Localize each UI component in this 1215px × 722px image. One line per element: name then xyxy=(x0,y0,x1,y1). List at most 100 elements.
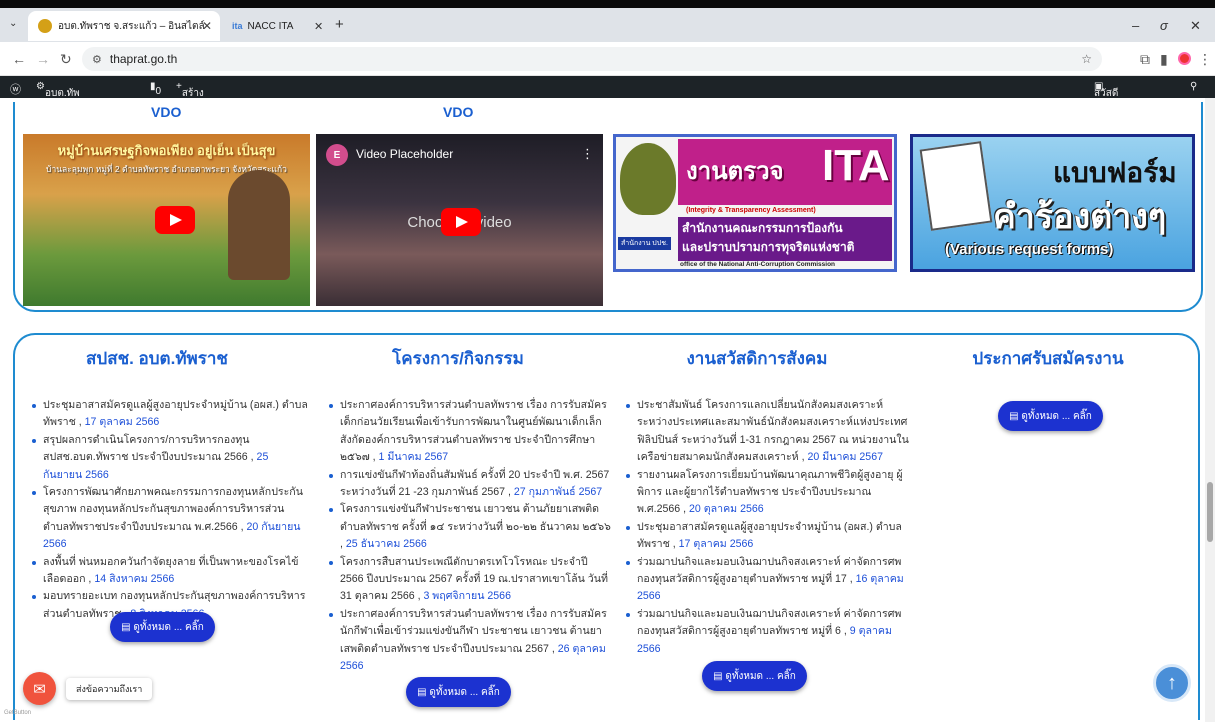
news-item-text: ประชุมอาสาสมัครดูแลผู้สูงอายุประจำหมู่บ้… xyxy=(637,520,902,551)
scrollbar-thumb[interactable] xyxy=(1207,482,1213,542)
news-item-date-link[interactable]: 3 พฤศจิกายน 2566 xyxy=(423,590,511,602)
clipboard-icon xyxy=(919,141,993,231)
video2-title: Video Placeholder xyxy=(356,147,454,161)
view-all-button[interactable]: ▤ ดูทั้งหมด ... คลิ๊ก xyxy=(110,612,215,642)
column-title: สปสช. อบต.ทัพราช xyxy=(86,349,228,368)
restore-icon[interactable]: σ xyxy=(1160,18,1168,33)
reload-icon[interactable]: ↻ xyxy=(60,51,72,68)
news-item-date-link[interactable]: 14 สิงหาคม 2566 xyxy=(94,573,174,585)
ita-title-block: งานตรวจ ITA xyxy=(678,139,892,205)
column-title: งานสวัสดิการสังคม xyxy=(686,349,828,368)
news-panel: สปสช. อบต.ทัพราช โครงการ/กิจกรรม งานสวัส… xyxy=(13,333,1200,720)
news-item-date-link[interactable]: 20 ตุลาคม 2566 xyxy=(689,503,764,515)
news-item-text: ประชุมอาสาสมัครดูแลผู้สูงอายุประจำหมู่บ้… xyxy=(43,399,308,429)
site-info-icon[interactable]: ⚙ xyxy=(92,53,102,66)
elementor-icon: E xyxy=(326,144,348,166)
news-item[interactable]: โครงการแข่งขันกีฬาประชาชน เยาวชน ต้านภัย… xyxy=(328,501,612,553)
news-item[interactable]: การแข่งขันกีฬาท้องถิ่นสัมพันธ์ ครั้งที่ … xyxy=(328,467,612,502)
view-all-label: ดูทั้งหมด ... คลิ๊ก xyxy=(1021,410,1092,422)
forms-line2: คำร้องต่างๆ xyxy=(993,198,1167,236)
account-greeting[interactable]: สวัสดี สำนักปลัด ▣ xyxy=(1094,81,1119,129)
news-item-date-link[interactable]: 17 ตุลาคม 2566 xyxy=(85,416,160,428)
vdo-heading: VDO xyxy=(443,104,474,120)
ita-big: ITA xyxy=(822,141,890,190)
news-item-date-link[interactable]: 25 ธันวาคม 2566 xyxy=(346,538,427,550)
column-title: ประกาศรับสมัครงาน xyxy=(972,349,1124,368)
extensions-icon[interactable]: ⧉ xyxy=(1140,51,1150,68)
play-button[interactable] xyxy=(155,206,195,234)
site-name-link[interactable]: ⚙ อบต.ทัพราช จ.สระแก้ว ... xyxy=(36,81,89,142)
nacc-emblem-icon xyxy=(620,143,676,215)
tab-close-icon[interactable]: ✕ xyxy=(314,20,323,33)
profile-avatar[interactable] xyxy=(1178,52,1191,65)
comments-link[interactable]: ▮ 0 xyxy=(150,81,161,97)
news-item[interactable]: ประกาศองค์การบริหารส่วนตำบลทัพราช เรื่อง… xyxy=(328,397,612,467)
minimize-icon[interactable]: – xyxy=(1132,18,1139,33)
news-item[interactable]: ประชุมอาสาสมัครดูแลผู้สูงอายุประจำหมู่บ้… xyxy=(31,397,309,432)
comments-count: 0 xyxy=(155,86,162,97)
news-item-date-link[interactable]: 27 กุมภาพันธ์ 2567 xyxy=(514,486,602,498)
view-all-label: ดูทั้งหมด ... คลิ๊ก xyxy=(725,670,796,682)
news-item[interactable]: รายงานผลโครงการเยี่ยมบ้านพัฒนาคุณภาพชีวิ… xyxy=(625,467,910,519)
news-item-date-link[interactable]: 1 มีนาคม 2567 xyxy=(379,451,449,463)
browser-tab-active[interactable]: อบต.ทัพราช จ.สระแก้ว – อินสไตล์ ✕ xyxy=(28,11,220,41)
window-close-icon[interactable]: ✕ xyxy=(1190,18,1201,34)
news-item[interactable]: ร่วมฌาปนกิจและมอบเงินฌาปนกิจสงเคราะห์ ค่… xyxy=(625,554,910,606)
url-text: thaprat.go.th xyxy=(109,52,178,66)
ita-banner[interactable]: สำนักงาน ปปช. งานตรวจ ITA (Integrity & T… xyxy=(613,134,897,272)
view-all-button[interactable]: ▤ ดูทั้งหมด ... คลิ๊ก xyxy=(406,677,511,707)
request-forms-banner[interactable]: แบบฟอร์ม คำร้องต่างๆ (Various request fo… xyxy=(910,134,1195,272)
play-button[interactable] xyxy=(441,208,481,236)
chat-bubble-icon[interactable]: ✉ xyxy=(23,672,56,705)
new-content-link[interactable]: + สร้างใหม่ xyxy=(176,81,204,114)
back-arrow-icon[interactable]: ← xyxy=(12,51,26,67)
chat-label[interactable]: ส่งข้อความถึงเรา xyxy=(66,678,153,700)
news-list-welfare: ประชาสัมพันธ์ โครงการแลกเปลี่ยนนักสังคมส… xyxy=(625,397,910,658)
news-item[interactable]: โครงการพัฒนาศักยภาพคณะกรรมการกองทุนหลักป… xyxy=(31,484,309,554)
forward-arrow-icon[interactable]: → xyxy=(36,51,50,67)
tab-close-icon[interactable]: ✕ xyxy=(202,19,212,33)
ita-org-en: office of the National Anti-Corruption C… xyxy=(680,261,836,268)
bookmark-star-icon[interactable]: ☆ xyxy=(1081,52,1092,66)
wordpress-logo-icon[interactable]: ⓦ xyxy=(10,81,21,97)
tab-list-icon[interactable]: ⌄ xyxy=(9,18,17,29)
new-tab-button[interactable]: + xyxy=(335,16,344,33)
search-icon[interactable]: ⚲ xyxy=(1190,81,1197,92)
ita-badge: สำนักงาน ปปช. xyxy=(618,237,671,250)
news-item[interactable]: โครงการสืบสานประเพณีตักบาตรเทโวโรหณะ ประ… xyxy=(328,554,612,606)
tab-title: NACC ITA xyxy=(247,20,294,32)
news-item[interactable]: ประชุมอาสาสมัครดูแลผู้สูงอายุประจำหมู่บ้… xyxy=(625,519,910,554)
news-item[interactable]: ประกาศองค์การบริหารส่วนตำบลทัพราช เรื่อง… xyxy=(328,606,612,676)
ita-subtitle: (Integrity & Transparency Assessment) xyxy=(686,207,816,214)
scroll-to-top-button[interactable]: ↑ xyxy=(1153,664,1191,702)
page-content: VDO VDO หมู่บ้านเศรษฐกิจพอเพียง อยู่เย็น… xyxy=(0,98,1215,722)
ita-org-block: สำนักงานคณะกรรมการป้องกัน และปราบปรามการ… xyxy=(678,217,892,261)
site-favicon-icon xyxy=(38,19,52,33)
sidebar-icon[interactable]: ▮ xyxy=(1160,51,1168,68)
view-all-button[interactable]: ▤ ดูทั้งหมด ... คลิ๊ก xyxy=(702,661,807,691)
view-all-label: ดูทั้งหมด ... คลิ๊ก xyxy=(133,621,204,633)
video-embed-2[interactable]: E Video Placeholder ⋮ Choose a video xyxy=(316,134,603,306)
video-embed-1[interactable]: หมู่บ้านเศรษฐกิจพอเพียง อยู่เย็น เป็นสุข… xyxy=(23,134,310,306)
news-item-text: สรุปผลการดำเนินโครงการ/การบริหารกองทุนสป… xyxy=(43,433,254,464)
wp-admin-bar: ⓦ ⚙ อบต.ทัพราช จ.สระแก้ว ... ▮ 0 + สร้าง… xyxy=(0,76,1215,142)
news-item-date-link[interactable]: 17 ตุลาคม 2566 xyxy=(679,538,754,550)
view-all-button[interactable]: ▤ ดูทั้งหมด ... คลิ๊ก xyxy=(998,401,1103,431)
video-menu-icon[interactable]: ⋮ xyxy=(581,146,594,162)
page-scrollbar[interactable] xyxy=(1205,98,1215,722)
news-item-date-link[interactable]: 20 มีนาคม 2567 xyxy=(808,451,883,463)
news-item[interactable]: ประชาสัมพันธ์ โครงการแลกเปลี่ยนนักสังคมส… xyxy=(625,397,910,467)
getbutton-brand: GetButton xyxy=(4,710,32,716)
news-item[interactable]: ร่วมฌาปนกิจและมอบเงินฌาปนกิจสงเคราะห์ ค่… xyxy=(625,606,910,658)
browser-tab[interactable]: ita NACC ITA xyxy=(222,11,322,41)
news-item[interactable]: สรุปผลการดำเนินโครงการ/การบริหารกองทุนสป… xyxy=(31,432,309,484)
browser-tab-bar: ⌄ อบต.ทัพราช จ.สระแก้ว – อินสไตล์ ✕ ita … xyxy=(0,0,1215,42)
media-panel: VDO VDO หมู่บ้านเศรษฐกิจพอเพียง อยู่เย็น… xyxy=(13,102,1203,312)
column-title: โครงการ/กิจกรรม xyxy=(392,349,524,368)
menu-kebab-icon[interactable]: ⋮ xyxy=(1198,51,1212,68)
arrow-up-icon: ↑ xyxy=(1167,671,1177,694)
address-bar[interactable]: ⚙ thaprat.go.th ☆ xyxy=(82,47,1102,71)
news-item[interactable]: ลงพื้นที่ พ่นหมอกควันกำจัดยุงลาย ที่เป็น… xyxy=(31,554,309,589)
news-item-text: รายงานผลโครงการเยี่ยมบ้านพัฒนาคุณภาพชีวิ… xyxy=(637,468,903,516)
view-all-label: ดูทั้งหมด ... คลิ๊ก xyxy=(429,686,500,698)
